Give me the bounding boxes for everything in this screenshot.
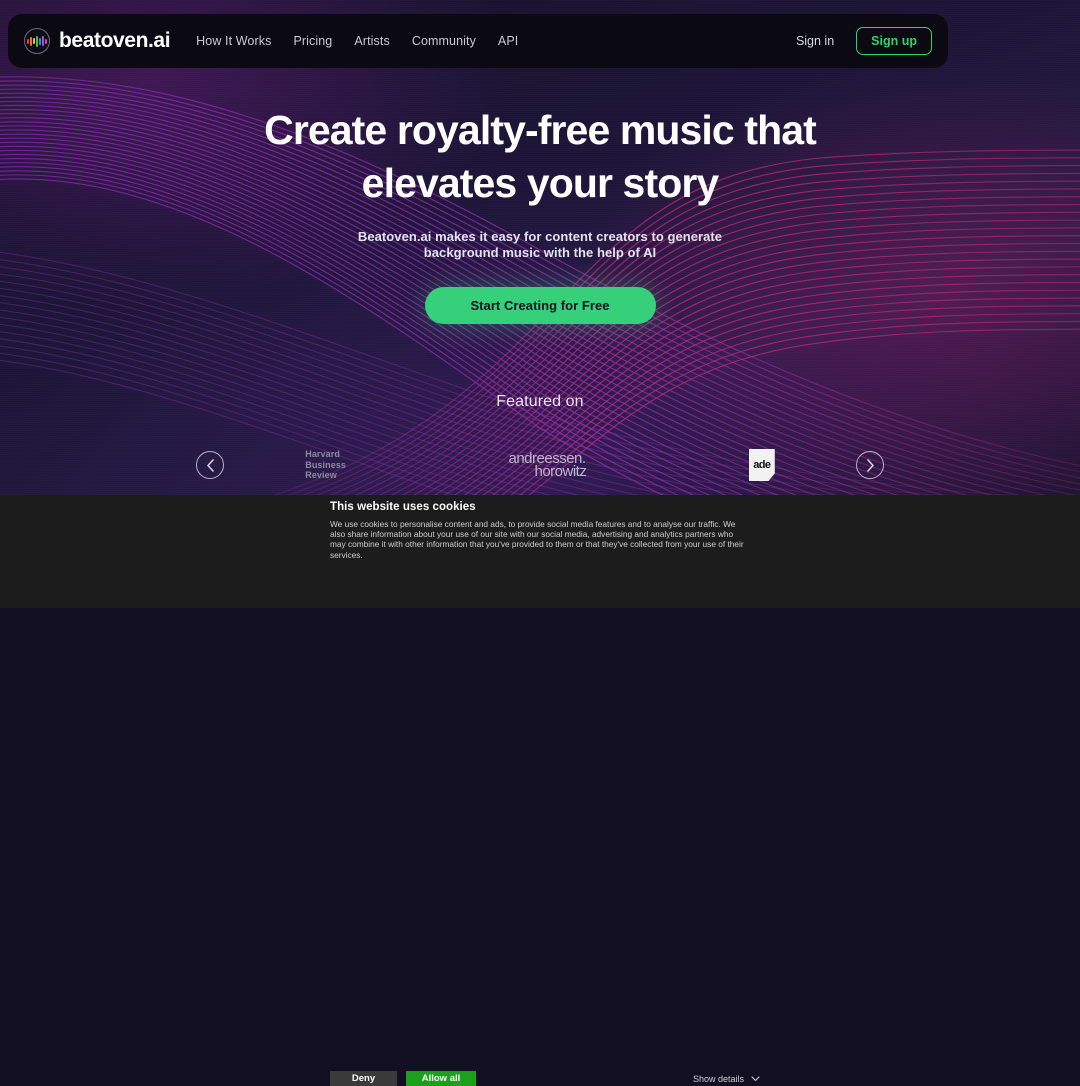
headline-line-1: Create royalty-free music that bbox=[264, 107, 817, 153]
chevron-right-icon[interactable] bbox=[856, 451, 884, 479]
nav-link-api[interactable]: API bbox=[498, 34, 518, 48]
brand-name: beatoven.ai bbox=[59, 29, 171, 52]
sign-up-button[interactable]: Sign up bbox=[856, 27, 932, 55]
deny-button[interactable]: Deny bbox=[330, 1071, 397, 1086]
equalizer-bar bbox=[42, 36, 44, 46]
equalizer-bar bbox=[27, 38, 29, 44]
featured-on-label: Featured on bbox=[496, 393, 584, 410]
featured-logo-ade[interactable]: ade bbox=[748, 449, 775, 481]
nav-link-how-it-works[interactable]: How It Works bbox=[196, 34, 271, 48]
hero-subtitle: Beatoven.ai makes it easy for content cr… bbox=[0, 229, 1080, 261]
chevron-right-glyph bbox=[866, 458, 874, 472]
logo-list: Harvard Business Review andreessen. horo… bbox=[224, 444, 856, 486]
show-details-toggle[interactable]: Show details bbox=[693, 1074, 760, 1084]
show-details-label: Show details bbox=[692, 1073, 744, 1084]
subtitle-line-1: Beatoven.ai makes it easy for content cr… bbox=[357, 229, 723, 244]
headline-line-2: elevates your story bbox=[361, 160, 720, 206]
start-creating-button[interactable]: Start Creating for Free bbox=[424, 287, 656, 324]
equalizer-bar bbox=[36, 35, 38, 47]
cookie-description: We use cookies to personalise content an… bbox=[330, 519, 744, 560]
cta-container: Start Creating for Free bbox=[0, 287, 1080, 324]
hero-section: beatoven.ai How It Works Pricing Artists… bbox=[0, 0, 1080, 495]
navbar: beatoven.ai How It Works Pricing Artists… bbox=[8, 14, 948, 68]
equalizer-bar bbox=[33, 38, 35, 44]
featured-logo-andreessen-horowitz[interactable]: andreessen. horowitz bbox=[508, 451, 586, 479]
cookie-title: This website uses cookies bbox=[330, 501, 476, 513]
hbr-line-2: Business bbox=[305, 459, 347, 470]
nav-link-community[interactable]: Community bbox=[412, 34, 476, 48]
nav-link-artists[interactable]: Artists bbox=[354, 34, 389, 48]
ade-text: ade bbox=[753, 459, 771, 471]
equalizer-bar bbox=[30, 36, 32, 46]
sign-in-link[interactable]: Sign in bbox=[796, 34, 834, 48]
hbr-line-1: Harvard bbox=[305, 449, 340, 460]
cookie-text-block: This website uses cookies We use cookies… bbox=[330, 501, 750, 560]
equalizer-circle-icon bbox=[24, 28, 50, 54]
chevron-left-icon[interactable] bbox=[196, 451, 224, 479]
navbar-actions: Sign in Sign up bbox=[796, 27, 932, 55]
cookie-actions: Deny Allow all Show details bbox=[330, 1071, 760, 1086]
chevron-left-glyph bbox=[206, 458, 214, 472]
featured-logo-harvard-business-review[interactable]: Harvard Business Review bbox=[305, 449, 346, 481]
hbr-line-3: Review bbox=[305, 470, 337, 481]
subtitle-line-2: background music with the help of AI bbox=[423, 245, 657, 260]
allow-all-button[interactable]: Allow all bbox=[406, 1071, 476, 1086]
featured-logos-carousel: Harvard Business Review andreessen. horo… bbox=[0, 444, 1080, 486]
page-title: Create royalty-free music that elevates … bbox=[0, 104, 1080, 210]
equalizer-bar bbox=[45, 38, 47, 44]
equalizer-bar bbox=[39, 37, 41, 45]
cookie-consent-banner: This website uses cookies We use cookies… bbox=[0, 495, 1080, 1086]
chevron-down-icon bbox=[751, 1075, 760, 1081]
nav-link-pricing[interactable]: Pricing bbox=[293, 34, 332, 48]
nav-links: How It Works Pricing Artists Community A… bbox=[196, 34, 518, 48]
brand-logo[interactable]: beatoven.ai bbox=[24, 28, 171, 54]
